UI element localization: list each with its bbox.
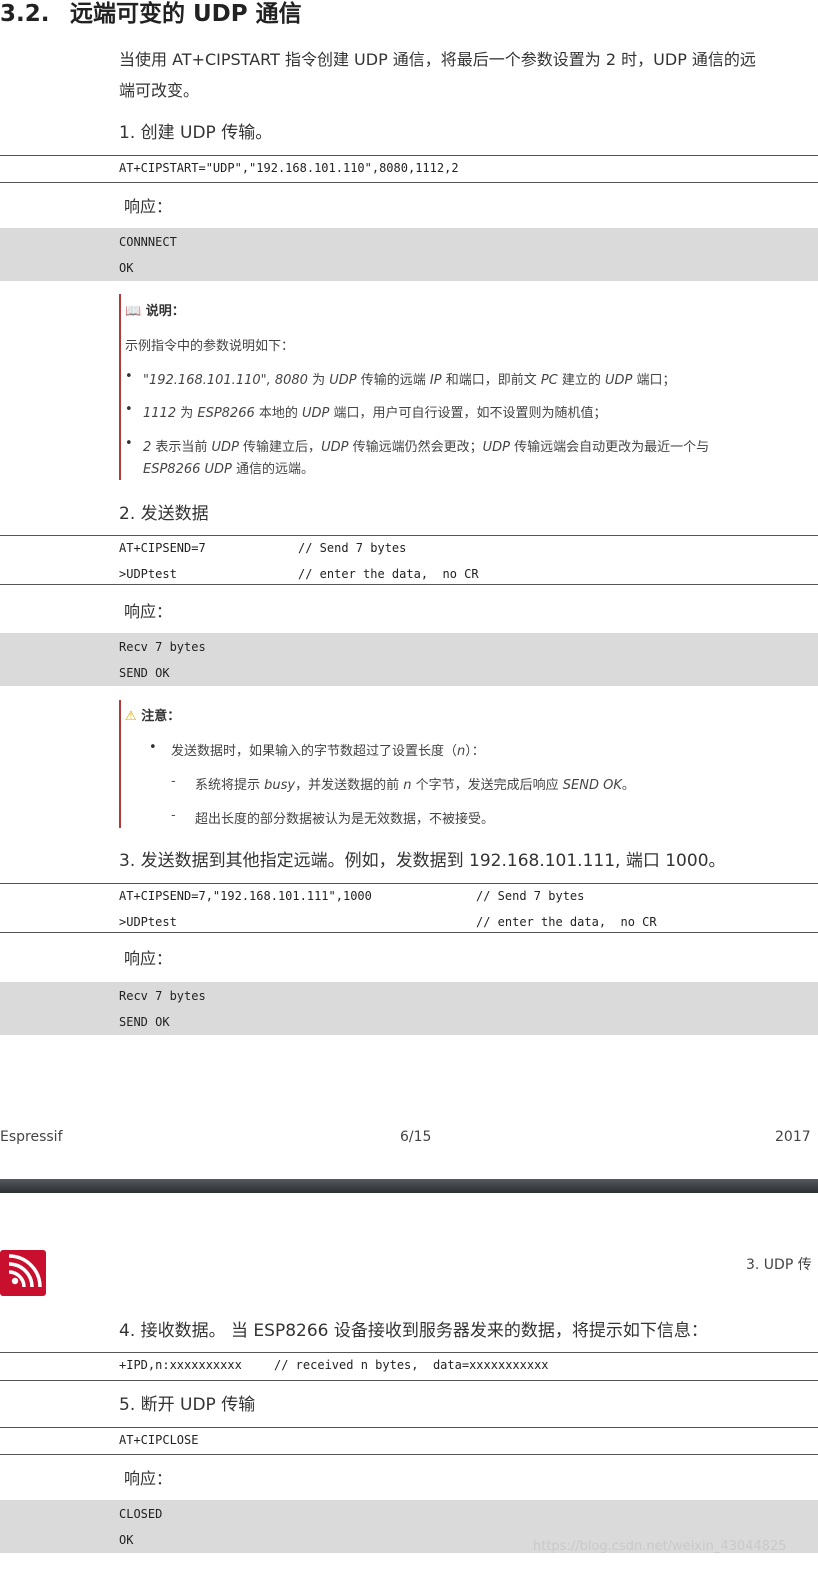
bullet-icon: •: [125, 436, 133, 451]
attention-dash-2: 超出长度的部分数据被认为是无效数据，不被接受。: [195, 812, 495, 827]
code-line: AT+CIPCLOSE: [119, 1433, 199, 1447]
response-line: Recv 7 bytes: [119, 989, 206, 1003]
response-line: Recv 7 bytes: [119, 640, 206, 654]
code-block-send: AT+CIPSEND=7 // Send 7 bytes >UDPtest //…: [0, 535, 818, 585]
response-label: 响应：: [124, 602, 173, 621]
response-label: 响应：: [124, 949, 173, 968]
code-line: >UDPtest: [119, 567, 177, 581]
code-comment: // enter the data, no CR: [298, 567, 479, 581]
code-block-create-udp: AT+CIPSTART="UDP","192.168.101.110",8080…: [0, 155, 818, 183]
note-bullet-1: "192.168.101.110", 8080 为 UDP 传输的远端 IP 和…: [143, 373, 676, 388]
response-label: 响应：: [124, 197, 173, 216]
footer-year: 2017: [775, 1129, 811, 1145]
response-label: 响应：: [124, 1469, 173, 1488]
response-line: CLOSED: [119, 1507, 163, 1521]
step-3: 3. 发送数据到其他指定远端。例如，发数据到 192.168.101.111, …: [119, 851, 726, 871]
note-header: 📖 说明：: [125, 300, 185, 319]
dash-icon: -: [171, 808, 176, 823]
footer-page-number: 6/15: [400, 1129, 432, 1145]
code-block-receive: +IPD,n:xxxxxxxxxx // received n bytes, d…: [0, 1352, 818, 1381]
book-icon: 📖: [125, 304, 142, 319]
response-block-1: CONNNECT OK: [0, 228, 818, 281]
note-title: 说明：: [145, 304, 185, 319]
response-line: SEND OK: [119, 666, 170, 680]
code-line: AT+CIPSTART="UDP","192.168.101.110",8080…: [119, 161, 459, 175]
code-comment: // received n bytes, data=xxxxxxxxxxx: [274, 1358, 549, 1372]
espressif-logo-icon: [0, 1250, 46, 1296]
code-line: >UDPtest: [119, 915, 177, 929]
warning-icon: ⚠: [125, 709, 137, 724]
step-4: 4. 接收数据。 当 ESP8266 设备接收到服务器发来的数据，将提示如下信息…: [119, 1321, 708, 1341]
note-box: 📖 说明： 示例指令中的参数说明如下： • "192.168.101.110",…: [119, 294, 801, 480]
section-title: 远端可变的 UDP 通信: [70, 1, 302, 27]
note-intro: 示例指令中的参数说明如下：: [125, 339, 295, 354]
response-block-2: Recv 7 bytes SEND OK: [0, 633, 818, 686]
code-line: AT+CIPSEND=7,"192.168.101.111",1000: [119, 889, 372, 903]
response-line: OK: [119, 261, 134, 275]
attention-header: ⚠ 注意：: [125, 705, 180, 724]
step-5: 5. 断开 UDP 传输: [119, 1395, 256, 1415]
note-bullet-3-cont: ESP8266 UDP 通信的远端。: [143, 462, 315, 477]
code-line: AT+CIPSEND=7: [119, 541, 206, 555]
attention-title: 注意：: [141, 709, 181, 724]
bullet-icon: •: [125, 369, 133, 384]
footer-company: Espressif: [0, 1129, 63, 1145]
attention-bullet-1: 发送数据时，如果输入的字节数超过了设置长度（n）：: [171, 744, 485, 759]
attention-box: ⚠ 注意： • 发送数据时，如果输入的字节数超过了设置长度（n）： - 系统将提…: [119, 700, 801, 828]
section-heading: 3.2. 远端可变的 UDP 通信: [0, 0, 302, 28]
intro-line-1: 当使用 AT+CIPSTART 指令创建 UDP 通信，将最后一个参数设置为 2…: [119, 50, 756, 69]
section-number: 3.2.: [0, 1, 50, 27]
intro-line-2: 端可改变。: [119, 81, 200, 100]
code-comment: // Send 7 bytes: [476, 889, 585, 903]
response-line: CONNNECT: [119, 235, 177, 249]
attention-dash-1: 系统将提示 busy，并发送数据的前 n 个字节，发送完成后响应 SEND OK…: [195, 778, 635, 793]
next-page-header: 3. UDP 传: [746, 1257, 812, 1273]
bullet-icon: •: [149, 740, 157, 755]
response-line: SEND OK: [119, 1015, 170, 1029]
response-block-3: Recv 7 bytes SEND OK: [0, 982, 818, 1035]
response-line: OK: [119, 1533, 134, 1547]
bullet-icon: •: [125, 402, 133, 417]
watermark-text: https://blog.csdn.net/weixin_43044825: [533, 1539, 787, 1554]
dash-icon: -: [171, 774, 176, 789]
code-comment: // enter the data, no CR: [476, 915, 657, 929]
step-1: 1. 创建 UDP 传输。: [119, 123, 273, 143]
page-separator: [0, 1179, 818, 1193]
code-block-send-other: AT+CIPSEND=7,"192.168.101.111",1000 // S…: [0, 883, 818, 933]
step-2: 2. 发送数据: [119, 504, 209, 524]
note-bullet-2: 1112 为 ESP8266 本地的 UDP 端口，用户可自行设置，如不设置则为…: [143, 406, 607, 421]
code-block-close: AT+CIPCLOSE: [0, 1427, 818, 1455]
note-bullet-3: 2 表示当前 UDP 传输建立后，UDP 传输远端仍然会更改；UDP 传输远端会…: [143, 440, 710, 455]
code-line: +IPD,n:xxxxxxxxxx: [119, 1358, 242, 1372]
code-comment: // Send 7 bytes: [298, 541, 407, 555]
